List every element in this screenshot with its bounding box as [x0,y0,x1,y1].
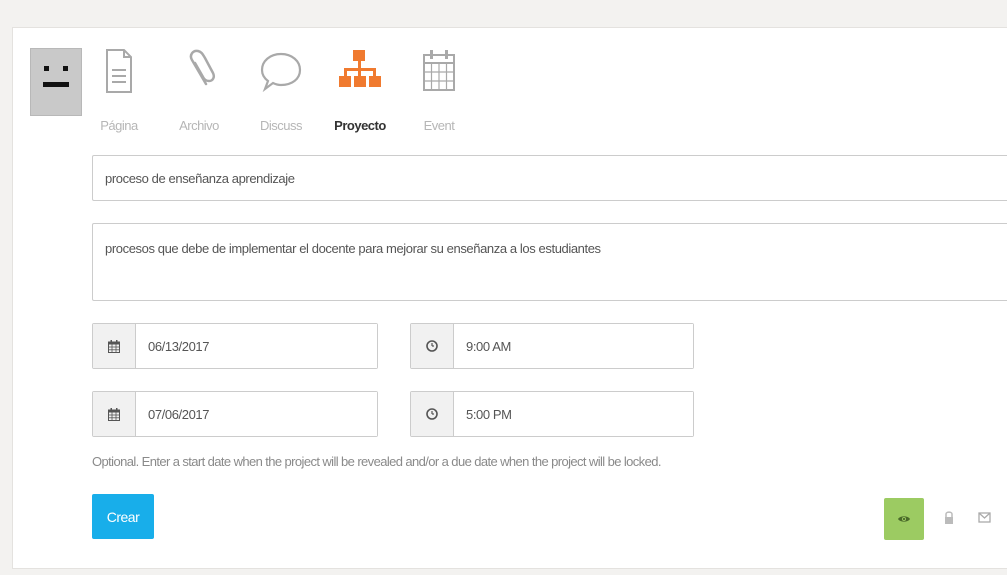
speech-bubble-icon [260,52,302,93]
tab-label: Proyecto [334,118,386,133]
clock-icon [426,340,438,352]
paperclip-icon [189,49,216,86]
project-description-input[interactable]: procesos que debe de implementar el doce… [93,224,1007,300]
start-time-group[interactable] [410,323,694,369]
tab-discuss[interactable]: Discuss [252,48,310,138]
date-addon[interactable] [93,392,136,436]
crear-button[interactable]: Crear [92,494,154,539]
due-date-input[interactable] [136,392,377,436]
project-title-input[interactable] [93,156,1007,200]
time-addon[interactable] [411,324,454,368]
mail-icon [978,512,991,523]
avatar [30,48,82,116]
visibility-button[interactable] [884,498,924,540]
tab-label: Discuss [259,118,303,133]
time-addon[interactable] [411,392,454,436]
org-chart-icon [339,50,381,87]
calendar-icon [108,339,120,353]
date-addon[interactable] [93,324,136,368]
tab-label: Archivo [179,118,219,133]
calendar-icon [108,407,120,421]
due-time-input[interactable] [454,392,693,436]
project-title-field[interactable] [92,155,1007,201]
calendar-icon [423,50,455,91]
due-time-group[interactable] [410,391,694,437]
tab-proyecto[interactable]: Proyecto [325,48,395,138]
project-description-field[interactable]: procesos que debe de implementar el doce… [92,223,1007,301]
tab-archivo[interactable]: Archivo [170,48,228,138]
due-date-group[interactable] [92,391,378,437]
lock-icon [945,511,953,524]
page-icon [106,49,132,93]
tab-event[interactable]: Event [416,48,462,138]
lock-button[interactable] [941,508,957,528]
tab-label: Página [100,118,138,133]
date-help-text: Optional. Enter a start date when the pr… [92,454,661,469]
tab-pagina[interactable]: Página [92,48,146,138]
start-date-group[interactable] [92,323,378,369]
clock-icon [426,408,438,420]
start-date-input[interactable] [136,324,377,368]
start-time-input[interactable] [454,324,693,368]
tab-label: Event [423,118,455,133]
eye-icon [898,516,910,522]
mail-button[interactable] [976,510,994,526]
